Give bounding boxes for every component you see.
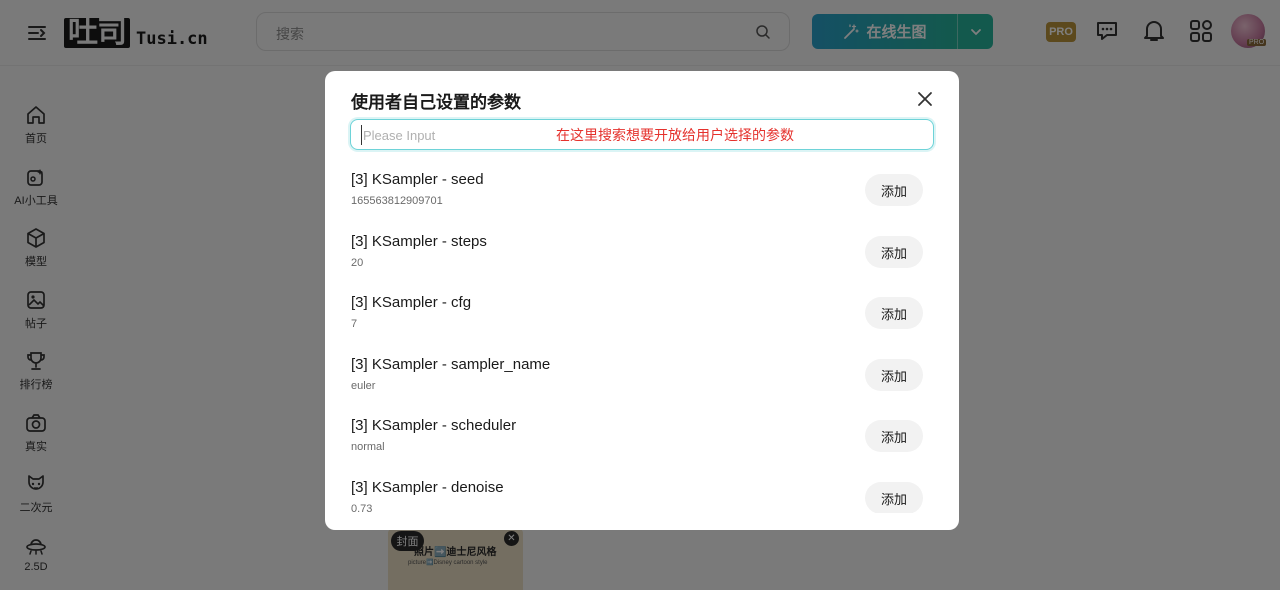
param-name: [3] KSampler - denoise — [351, 479, 504, 496]
modal-title: 使用者自己设置的参数 — [351, 93, 521, 112]
param-name: [3] KSampler - scheduler — [351, 417, 517, 434]
param-list[interactable]: [3] KSampler - seed 165563812909701 添加 [… — [325, 163, 959, 513]
add-button[interactable]: 添加 — [865, 174, 923, 206]
list-item: [3] KSampler - denoise 0.73 添加 — [325, 471, 959, 513]
param-search-input[interactable] — [361, 125, 531, 145]
param-value: 165563812909701 — [351, 195, 443, 207]
add-button[interactable]: 添加 — [865, 297, 923, 329]
add-button[interactable]: 添加 — [865, 482, 923, 513]
param-value: 7 — [351, 318, 358, 330]
param-value: 20 — [351, 257, 364, 269]
user-params-modal: 使用者自己设置的参数 在这里搜索想要开放给用户选择的参数 [3] KSample… — [325, 71, 959, 530]
add-button[interactable]: 添加 — [865, 359, 923, 391]
annotation-text: 在这里搜索想要开放给用户选择的参数 — [556, 127, 794, 143]
list-item: [3] KSampler - steps 20 添加 — [325, 225, 959, 287]
list-item: [3] KSampler - cfg 7 添加 — [325, 286, 959, 348]
param-value: 0.73 — [351, 503, 373, 513]
close-icon[interactable] — [917, 91, 933, 107]
list-item: [3] KSampler - seed 165563812909701 添加 — [325, 163, 959, 225]
param-search-field[interactable]: 在这里搜索想要开放给用户选择的参数 — [350, 119, 934, 150]
param-name: [3] KSampler - cfg — [351, 294, 472, 311]
add-button[interactable]: 添加 — [865, 420, 923, 452]
param-value: euler — [351, 380, 376, 392]
list-item: [3] KSampler - sampler_name euler 添加 — [325, 348, 959, 410]
param-name: [3] KSampler - sampler_name — [351, 356, 551, 373]
param-name: [3] KSampler - steps — [351, 233, 487, 250]
param-value: normal — [351, 441, 385, 453]
add-button[interactable]: 添加 — [865, 236, 923, 268]
param-name: [3] KSampler - seed — [351, 171, 484, 188]
list-item: [3] KSampler - scheduler normal 添加 — [325, 409, 959, 471]
